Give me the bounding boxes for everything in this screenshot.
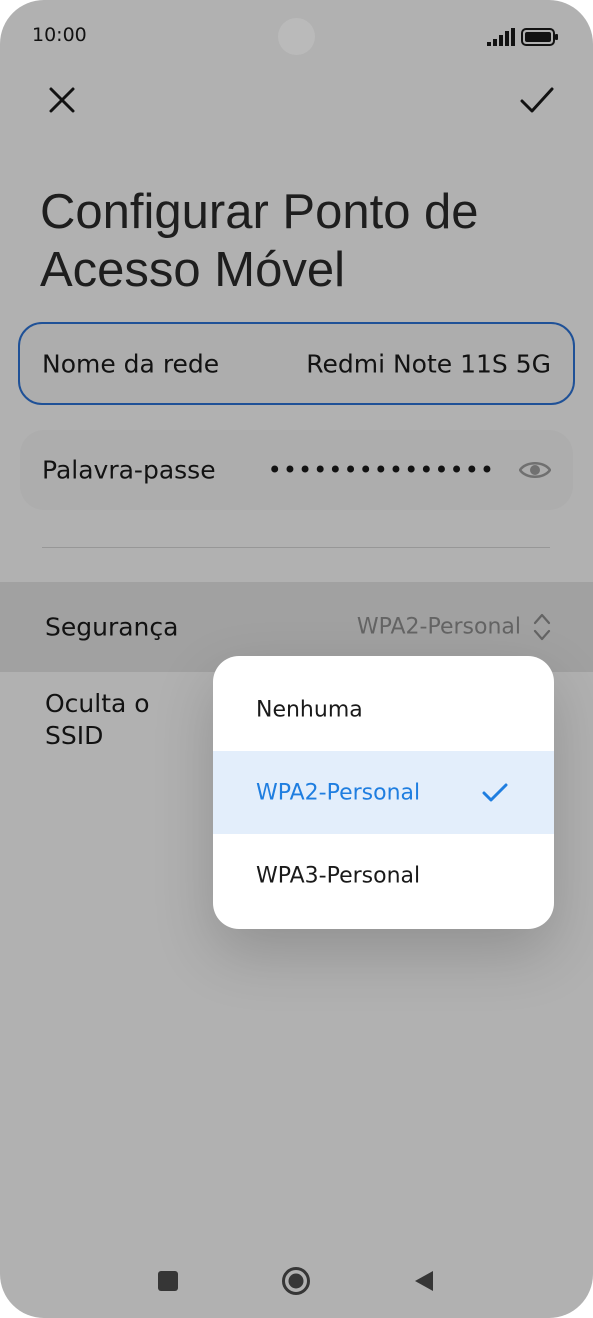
option-label: WPA3-Personal	[256, 863, 421, 888]
option-label: WPA2-Personal	[256, 780, 421, 805]
option-label: Nenhuma	[256, 697, 363, 722]
dropdown-option-wpa3-personal[interactable]: WPA3-Personal	[213, 834, 554, 917]
phone-screen: 10:00 Configurar Ponto de Acesso Móvel N…	[0, 0, 593, 1318]
dropdown-option-none[interactable]: Nenhuma	[213, 668, 554, 751]
security-dropdown-menu: Nenhuma WPA2-Personal WPA3-Personal	[213, 656, 554, 929]
dropdown-option-wpa2-personal[interactable]: WPA2-Personal	[213, 751, 554, 834]
checkmark-icon	[482, 783, 508, 801]
